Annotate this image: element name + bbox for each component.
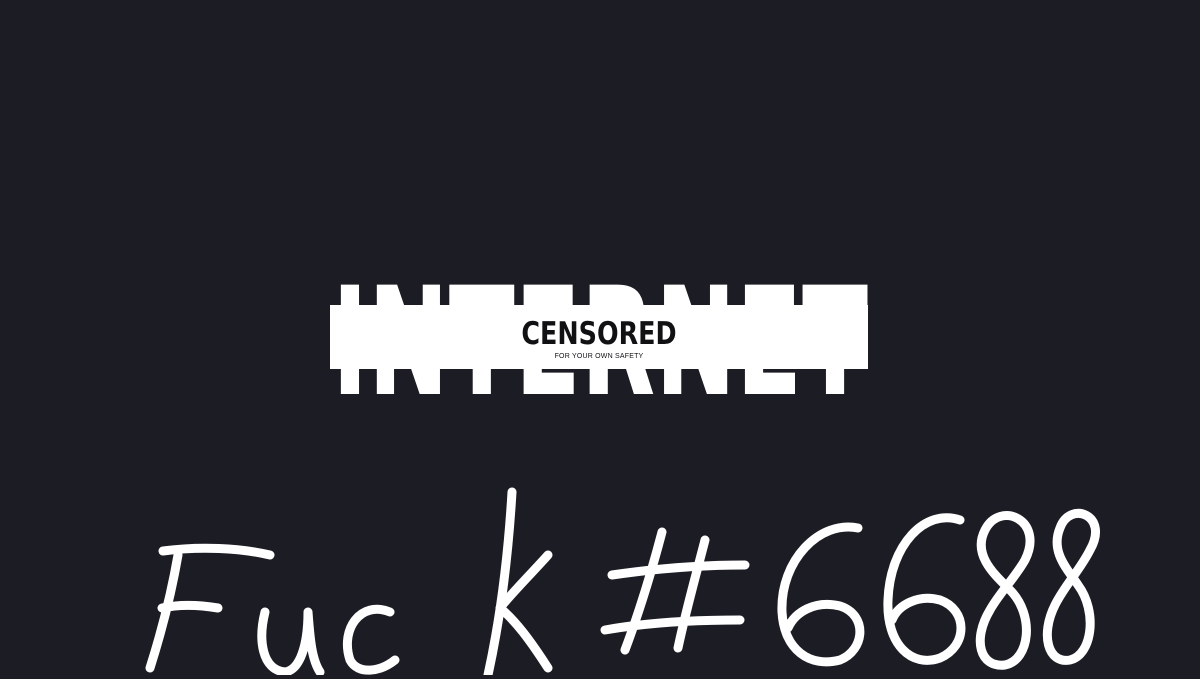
hash-left-stroke xyxy=(620,527,667,655)
digit-8-second xyxy=(1042,508,1100,665)
digit-6-first xyxy=(777,522,865,667)
letter-k-stem xyxy=(483,487,517,679)
hash-top-stroke xyxy=(607,560,750,580)
handwritten-strokes xyxy=(145,487,1100,679)
letter-u xyxy=(257,607,325,677)
letter-c xyxy=(342,605,400,675)
hash-bottom-stroke xyxy=(600,615,745,635)
handwritten-scrawl: Fuck #6688 xyxy=(0,0,1200,679)
letter-f-bar xyxy=(157,600,223,613)
digit-6-second xyxy=(883,513,966,665)
hash-right-stroke xyxy=(673,535,710,653)
page: { "logo": { "big_word": "INTERNET", "sta… xyxy=(0,0,1200,679)
digit-8-first xyxy=(975,511,1035,670)
